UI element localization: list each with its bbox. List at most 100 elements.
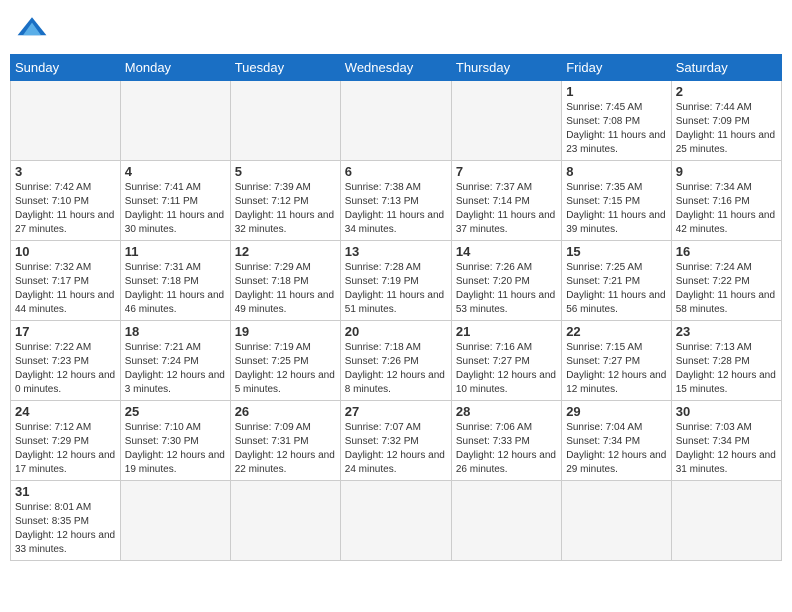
week-row-5: 31Sunrise: 8:01 AM Sunset: 8:35 PM Dayli… bbox=[11, 481, 782, 561]
days-of-week-row: SundayMondayTuesdayWednesdayThursdayFrid… bbox=[11, 55, 782, 81]
day-number: 3 bbox=[15, 164, 116, 179]
calendar-cell: 21Sunrise: 7:16 AM Sunset: 7:27 PM Dayli… bbox=[451, 321, 561, 401]
day-number: 22 bbox=[566, 324, 667, 339]
calendar-cell: 11 Sunrise: 7:31 AM Sunset: 7:18 PM Dayli… bbox=[120, 241, 230, 321]
day-number: 5 bbox=[235, 164, 336, 179]
calendar-cell: 15 Sunrise: 7:25 AM Sunset: 7:21 PM Dayli… bbox=[562, 241, 672, 321]
day-number: 2 bbox=[676, 84, 777, 99]
dow-header-saturday: Saturday bbox=[671, 55, 781, 81]
calendar-cell: 2 Sunrise: 7:44 AM Sunset: 7:09 PM Daylig… bbox=[671, 81, 781, 161]
day-number: 15 bbox=[566, 244, 667, 259]
calendar-cell: 9Sunrise: 7:34 AM Sunset: 7:16 PM Daylig… bbox=[671, 161, 781, 241]
calendar-cell: 24 Sunrise: 7:12 AM Sunset: 7:29 PM Dayli… bbox=[11, 401, 121, 481]
calendar-cell bbox=[671, 481, 781, 561]
day-info: Sunrise: 7:12 AM Sunset: 7:29 PM Dayligh… bbox=[15, 421, 116, 477]
day-number: 21 bbox=[456, 324, 557, 339]
day-info: Sunrise: 7:39 AM Sunset: 7:12 PM Dayligh… bbox=[235, 181, 336, 237]
day-number: 14 bbox=[456, 244, 557, 259]
day-info: Sunrise: 7:38 AM Sunset: 7:13 PM Dayligh… bbox=[345, 181, 447, 237]
calendar-cell: 17 Sunrise: 7:22 AM Sunset: 7:23 PM Dayli… bbox=[11, 321, 121, 401]
calendar-cell: 25 Sunrise: 7:10 AM Sunset: 7:30 PM Dayli… bbox=[120, 401, 230, 481]
calendar-cell: 19Sunrise: 7:19 AM Sunset: 7:25 PM Dayli… bbox=[230, 321, 340, 401]
day-number: 11 bbox=[125, 244, 226, 259]
day-info: Sunrise: 7:10 AM Sunset: 7:30 PM Dayligh… bbox=[125, 421, 226, 477]
day-number: 17 bbox=[15, 324, 116, 339]
day-info: Sunrise: 7:21 AM Sunset: 7:24 PM Dayligh… bbox=[125, 341, 226, 397]
day-number: 1 bbox=[566, 84, 667, 99]
day-number: 24 bbox=[15, 404, 116, 419]
day-number: 16 bbox=[676, 244, 777, 259]
day-info: Sunrise: 7:07 AM Sunset: 7:32 PM Dayligh… bbox=[345, 421, 447, 477]
day-number: 29 bbox=[566, 404, 667, 419]
day-info: Sunrise: 7:34 AM Sunset: 7:16 PM Dayligh… bbox=[676, 181, 777, 237]
calendar-cell: 3 Sunrise: 7:42 AM Sunset: 7:10 PM Daylig… bbox=[11, 161, 121, 241]
calendar-cell: 10Sunrise: 7:32 AM Sunset: 7:17 PM Dayli… bbox=[11, 241, 121, 321]
day-number: 31 bbox=[15, 484, 116, 499]
calendar-cell: 28Sunrise: 7:06 AM Sunset: 7:33 PM Dayli… bbox=[451, 401, 561, 481]
calendar-cell: 14Sunrise: 7:26 AM Sunset: 7:20 PM Dayli… bbox=[451, 241, 561, 321]
calendar-cell: 31Sunrise: 8:01 AM Sunset: 8:35 PM Dayli… bbox=[11, 481, 121, 561]
day-info: Sunrise: 7:18 AM Sunset: 7:26 PM Dayligh… bbox=[345, 341, 447, 397]
calendar-cell bbox=[120, 481, 230, 561]
week-row-1: 3 Sunrise: 7:42 AM Sunset: 7:10 PM Daylig… bbox=[11, 161, 782, 241]
day-info: Sunrise: 7:19 AM Sunset: 7:25 PM Dayligh… bbox=[235, 341, 336, 397]
calendar-cell: 6 Sunrise: 7:38 AM Sunset: 7:13 PM Daylig… bbox=[340, 161, 451, 241]
day-number: 30 bbox=[676, 404, 777, 419]
dow-header-wednesday: Wednesday bbox=[340, 55, 451, 81]
day-info: Sunrise: 7:22 AM Sunset: 7:23 PM Dayligh… bbox=[15, 341, 116, 397]
day-info: Sunrise: 7:41 AM Sunset: 7:11 PM Dayligh… bbox=[125, 181, 226, 237]
day-number: 6 bbox=[345, 164, 447, 179]
week-row-3: 17 Sunrise: 7:22 AM Sunset: 7:23 PM Dayli… bbox=[11, 321, 782, 401]
day-number: 26 bbox=[235, 404, 336, 419]
day-info: Sunrise: 7:04 AM Sunset: 7:34 PM Dayligh… bbox=[566, 421, 667, 477]
day-number: 27 bbox=[345, 404, 447, 419]
dow-header-friday: Friday bbox=[562, 55, 672, 81]
day-info: Sunrise: 7:37 AM Sunset: 7:14 PM Dayligh… bbox=[456, 181, 557, 237]
day-info: Sunrise: 7:42 AM Sunset: 7:10 PM Dayligh… bbox=[15, 181, 116, 237]
day-info: Sunrise: 7:28 AM Sunset: 7:19 PM Dayligh… bbox=[345, 261, 447, 317]
day-info: Sunrise: 7:45 AM Sunset: 7:08 PM Dayligh… bbox=[566, 101, 667, 157]
calendar-cell bbox=[451, 481, 561, 561]
day-info: Sunrise: 7:25 AM Sunset: 7:21 PM Dayligh… bbox=[566, 261, 667, 317]
day-number: 13 bbox=[345, 244, 447, 259]
day-info: Sunrise: 7:29 AM Sunset: 7:18 PM Dayligh… bbox=[235, 261, 336, 317]
calendar-cell bbox=[340, 481, 451, 561]
day-number: 28 bbox=[456, 404, 557, 419]
calendar-cell: 1 Sunrise: 7:45 AM Sunset: 7:08 PM Daylig… bbox=[562, 81, 672, 161]
calendar-cell bbox=[120, 81, 230, 161]
day-info: Sunrise: 7:32 AM Sunset: 7:17 PM Dayligh… bbox=[15, 261, 116, 317]
calendar-cell bbox=[230, 481, 340, 561]
calendar-cell: 13 Sunrise: 7:28 AM Sunset: 7:19 PM Dayli… bbox=[340, 241, 451, 321]
calendar-cell: 30 Sunrise: 7:03 AM Sunset: 7:34 PM Dayli… bbox=[671, 401, 781, 481]
calendar-cell: 16Sunrise: 7:24 AM Sunset: 7:22 PM Dayli… bbox=[671, 241, 781, 321]
dow-header-tuesday: Tuesday bbox=[230, 55, 340, 81]
calendar-table: SundayMondayTuesdayWednesdayThursdayFrid… bbox=[10, 54, 782, 561]
week-row-0: 1 Sunrise: 7:45 AM Sunset: 7:08 PM Daylig… bbox=[11, 81, 782, 161]
calendar-cell: 27 Sunrise: 7:07 AM Sunset: 7:32 PM Dayli… bbox=[340, 401, 451, 481]
day-number: 25 bbox=[125, 404, 226, 419]
calendar-cell: 26Sunrise: 7:09 AM Sunset: 7:31 PM Dayli… bbox=[230, 401, 340, 481]
calendar-cell bbox=[451, 81, 561, 161]
logo bbox=[14, 10, 56, 46]
calendar-header bbox=[10, 10, 782, 46]
day-info: Sunrise: 7:35 AM Sunset: 7:15 PM Dayligh… bbox=[566, 181, 667, 237]
calendar-cell: 23Sunrise: 7:13 AM Sunset: 7:28 PM Dayli… bbox=[671, 321, 781, 401]
day-number: 7 bbox=[456, 164, 557, 179]
calendar-cell: 4Sunrise: 7:41 AM Sunset: 7:11 PM Daylig… bbox=[120, 161, 230, 241]
calendar-cell: 7 Sunrise: 7:37 AM Sunset: 7:14 PM Daylig… bbox=[451, 161, 561, 241]
calendar-cell: 5 Sunrise: 7:39 AM Sunset: 7:12 PM Daylig… bbox=[230, 161, 340, 241]
calendar-cell: 29 Sunrise: 7:04 AM Sunset: 7:34 PM Dayli… bbox=[562, 401, 672, 481]
day-info: Sunrise: 7:44 AM Sunset: 7:09 PM Dayligh… bbox=[676, 101, 777, 157]
calendar-cell bbox=[11, 81, 121, 161]
day-number: 12 bbox=[235, 244, 336, 259]
day-info: Sunrise: 7:31 AM Sunset: 7:18 PM Dayligh… bbox=[125, 261, 226, 317]
day-info: Sunrise: 7:03 AM Sunset: 7:34 PM Dayligh… bbox=[676, 421, 777, 477]
calendar-cell: 12 Sunrise: 7:29 AM Sunset: 7:18 PM Dayli… bbox=[230, 241, 340, 321]
day-info: Sunrise: 7:13 AM Sunset: 7:28 PM Dayligh… bbox=[676, 341, 777, 397]
calendar-cell: 22 Sunrise: 7:15 AM Sunset: 7:27 PM Dayli… bbox=[562, 321, 672, 401]
calendar-cell bbox=[230, 81, 340, 161]
week-row-2: 10Sunrise: 7:32 AM Sunset: 7:17 PM Dayli… bbox=[11, 241, 782, 321]
dow-header-thursday: Thursday bbox=[451, 55, 561, 81]
day-info: Sunrise: 7:15 AM Sunset: 7:27 PM Dayligh… bbox=[566, 341, 667, 397]
calendar-cell bbox=[340, 81, 451, 161]
